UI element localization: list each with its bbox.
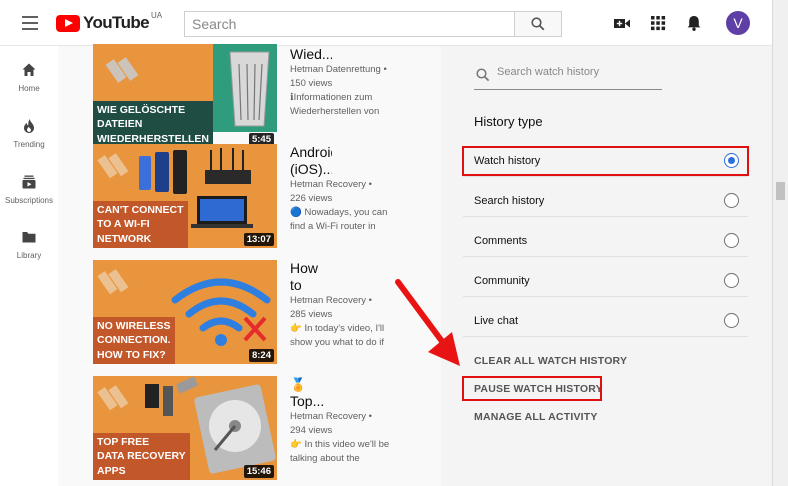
search-input[interactable] (184, 11, 514, 37)
history-option-community[interactable]: Community (463, 266, 748, 297)
video-title[interactable]: How to Fix... (290, 260, 332, 294)
watch-history-search[interactable] (474, 60, 662, 90)
video-description: talking about the (290, 453, 360, 464)
radio-unselected[interactable] (724, 273, 739, 288)
watch-history-search-input[interactable] (497, 66, 659, 78)
pause-history-highlight (462, 376, 602, 401)
video-channel[interactable]: Hetman Recovery • (290, 294, 398, 308)
video-description: Wiederherstellen von (290, 106, 380, 117)
option-label: Comments (474, 235, 528, 247)
video-duration: 13:07 (243, 233, 274, 246)
create-video-icon[interactable] (613, 14, 631, 32)
red-arrow-icon (395, 279, 460, 366)
video-views: 294 views (290, 425, 333, 436)
notifications-bell-icon[interactable] (685, 14, 703, 32)
video-views: 226 views (290, 193, 333, 204)
video-thumbnail[interactable]: WIE GELÖSCHTE DATEIEN WIEDERHERSTELLEN 5:4… (93, 44, 277, 148)
video-description: 🔵 Nowadays, you can (290, 207, 388, 218)
video-title[interactable]: Top... (290, 393, 332, 410)
video-description: 👉 In this video we'll be (290, 439, 390, 450)
video-meta: How to Fix... Hetman Recovery • 285 view… (290, 260, 398, 350)
video-channel[interactable]: Hetman Recovery • (290, 178, 398, 192)
nav-label: Home (18, 84, 40, 93)
option-label: Search history (474, 195, 545, 207)
video-description: 👉 In today's video, I'll (290, 323, 385, 334)
option-label: Community (474, 275, 530, 287)
video-item[interactable]: NO WIRELESS CONNECTION. HOW TO FIX? 8:24 H… (93, 260, 393, 366)
video-item[interactable]: TOP FREE DATA RECOVERY APPS 15:46 🏅 Top...… (93, 376, 393, 482)
video-description: show you what to do if (290, 337, 384, 348)
history-option-search[interactable]: Search history (463, 186, 748, 217)
video-title[interactable]: Wied... (290, 46, 332, 63)
hamburger-menu-icon[interactable] (22, 16, 38, 30)
thumbnail-caption: NO WIRELESS CONNECTION. HOW TO FIX? (93, 316, 175, 364)
avatar[interactable]: V (726, 11, 750, 35)
video-thumbnail[interactable]: NO WIRELESS CONNECTION. HOW TO FIX? 8:24 (93, 260, 277, 364)
history-option-live-chat[interactable]: Live chat (463, 306, 748, 337)
video-duration: 15:46 (243, 465, 274, 478)
home-icon (22, 63, 36, 76)
thumbnail-caption: WIE GELÖSCHTE DATEIEN WIEDERHERSTELLEN (93, 100, 214, 148)
nav-item-library[interactable]: Library (0, 229, 58, 260)
radio-unselected[interactable] (724, 233, 739, 248)
youtube-play-icon (56, 14, 80, 32)
manage-all-activity-button[interactable]: MANAGE ALL ACTIVITY (474, 411, 598, 423)
top-bar: YouTube UA V (0, 0, 772, 46)
radio-unselected[interactable] (724, 193, 739, 208)
nav-label: Trending (13, 140, 45, 149)
video-duration: 8:24 (248, 349, 274, 362)
search-icon (476, 68, 490, 82)
subscriptions-icon (22, 175, 36, 189)
video-meta: 🏅 Top... Hetman Recovery • 294 views 👉 I… (290, 376, 398, 466)
video-thumbnail[interactable]: CAN'T CONNECT TO A WI-FI NETWORK 13:07 (93, 144, 277, 248)
search-bar (184, 11, 562, 37)
video-meta: Android (iOS)... Hetman Recovery • 226 v… (290, 144, 398, 234)
thumbnail-caption: TOP FREE DATA RECOVERY APPS (93, 432, 190, 480)
video-meta: Wied... Hetman Datenrettung • 150 views … (290, 46, 398, 119)
video-description: find a Wi-Fi router in (290, 221, 376, 232)
folder-icon (22, 232, 36, 243)
search-icon (531, 17, 545, 31)
video-item[interactable]: CAN'T CONNECT TO A WI-FI NETWORK 13:07 And… (93, 144, 393, 250)
video-thumbnail[interactable]: TOP FREE DATA RECOVERY APPS 15:46 (93, 376, 277, 480)
watch-history-highlight (462, 146, 749, 176)
history-type-title: History type (474, 114, 543, 129)
nav-label: Subscriptions (4, 196, 54, 205)
thumbnail-caption: CAN'T CONNECT TO A WI-FI NETWORK (93, 200, 188, 248)
video-description: ℹInformationen zum (290, 92, 373, 103)
page-scrollbar[interactable] (772, 0, 788, 486)
video-views: 150 views (290, 78, 333, 89)
nav-label: Library (16, 251, 42, 260)
clear-all-watch-history-button[interactable]: CLEAR ALL WATCH HISTORY (474, 355, 627, 367)
video-channel[interactable]: Hetman Datenrettung • (290, 63, 398, 77)
medal-badge: 🏅 (290, 377, 307, 392)
nav-item-subscriptions[interactable]: Subscriptions (0, 174, 58, 205)
option-label: Live chat (474, 315, 519, 327)
video-title[interactable]: Android (iOS)... (290, 144, 332, 178)
youtube-logo[interactable]: YouTube UA (56, 11, 163, 33)
apps-grid-icon[interactable] (649, 14, 667, 32)
history-option-comments[interactable]: Comments (463, 226, 748, 257)
flame-icon (24, 119, 34, 133)
radio-unselected[interactable] (724, 313, 739, 328)
scrollbar-thumb[interactable] (776, 182, 785, 200)
video-item[interactable]: WIE GELÖSCHTE DATEIEN WIEDERHERSTELLEN 5:4… (93, 44, 393, 152)
video-views: 285 views (290, 309, 333, 320)
video-channel[interactable]: Hetman Recovery • (290, 410, 398, 424)
country-code: UA (151, 11, 163, 20)
search-button[interactable] (514, 11, 562, 37)
nav-item-trending[interactable]: Trending (0, 118, 58, 149)
nav-item-home[interactable]: Home (0, 62, 58, 93)
left-nav: Home Trending Subscriptions Library (0, 46, 58, 486)
logo-text: YouTube (83, 13, 150, 32)
